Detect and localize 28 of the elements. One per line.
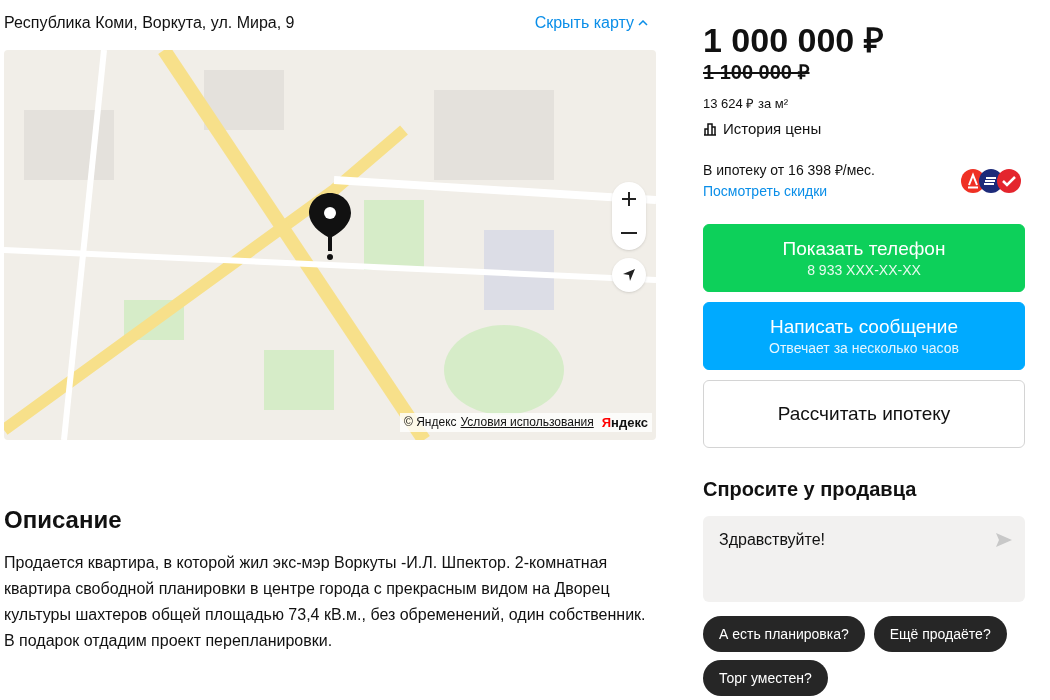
price: 1 000 000 ₽ [703,20,885,60]
ask-seller-title: Спросите у продавца [703,477,918,502]
terms-link[interactable]: Условия использования [460,413,594,432]
hide-map-link[interactable]: Скрыть карту [534,11,656,35]
quick-question-chip[interactable]: А есть планировка? [703,616,865,652]
mortgage-info: В ипотеку от 16 398 ₽/мес. [703,161,875,180]
price-per-m2: 13 624 ₽ за м² [703,95,790,113]
quick-question-chip[interactable]: Ещё продаёте? [873,616,1007,652]
navigation-arrow-icon [621,267,637,283]
map-copyright: © Яндекс [404,414,457,432]
quick-question-chip[interactable]: Торг уместен? [703,660,828,696]
zoom-in-button[interactable] [619,189,639,209]
address: Республика Коми, Воркута, ул. Мира, 9 [4,13,295,33]
map-provider-logo: Яндекс [601,413,648,432]
discounts-link[interactable]: Посмотреть скидки [703,181,828,202]
map-pin-icon [306,190,354,262]
description-text: Продается квартира, в которой жил экс-мэр Воркуты -И.Л. Шпектор. 2-комнатная квартира свободной планировки в центре города с прекрасным видом на Дворец культуры шахтеров общей площадью 73,4 кВ.м., без обременений, один собственник. В подарок отдадим проект перепланировки. [4,553,647,651]
message-field[interactable]: Здравствуйте! [703,516,1025,602]
caret-icon [638,20,648,26]
description-title: Описание [4,505,123,535]
old-price: 1 100 000 ₽ [703,60,810,84]
send-icon [995,532,1013,548]
map[interactable]: © Яндекс Условия использования Яндекс [4,50,656,440]
mortgage-calc-button[interactable]: Рассчитать ипотеку [703,380,1025,448]
minus-icon [621,232,637,234]
plus-icon [621,191,637,207]
price-history-link[interactable]: История цены [703,117,822,140]
bar-chart-icon [703,121,717,136]
